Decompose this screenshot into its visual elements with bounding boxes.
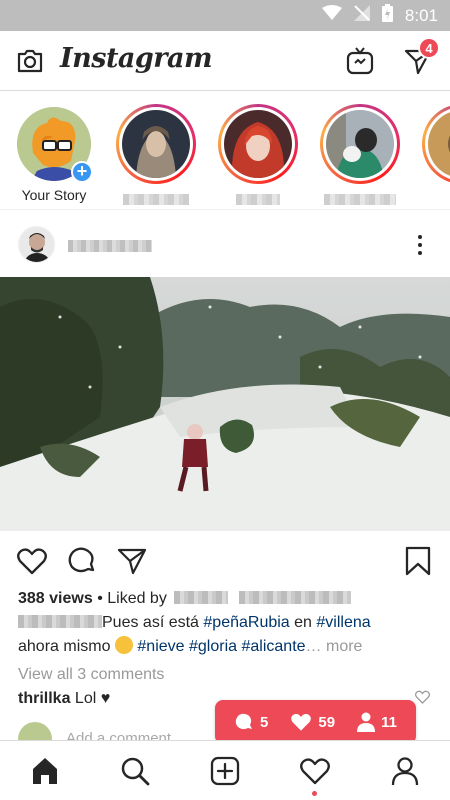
profile-icon — [391, 757, 419, 786]
hashtag-link[interactable]: #peñaRubia — [203, 614, 289, 631]
add-post-icon — [210, 756, 240, 786]
add-story-plus-icon[interactable]: + — [71, 161, 93, 183]
nav-home[interactable] — [27, 753, 63, 789]
heart-icon — [291, 713, 312, 731]
popup-follows-count: 11 — [381, 713, 397, 731]
story-username-pixelated — [236, 194, 280, 205]
post-actions — [0, 531, 450, 587]
story-own[interactable]: + Your Story — [12, 104, 96, 203]
more-options-icon[interactable] — [410, 233, 430, 257]
story-label: Your Story — [21, 187, 87, 203]
top-header: Instagram 4 — [0, 31, 450, 91]
caption-line-1: Pues así está #peñaRubia en #villena — [18, 612, 371, 634]
stories-tray: + Your Story — [0, 92, 450, 210]
snowy-landscape-image — [0, 277, 450, 531]
caption-more-link[interactable]: more — [326, 638, 362, 655]
camera-button[interactable] — [12, 43, 48, 79]
comment-row: thrillka Lol ♥ — [18, 688, 110, 710]
igtv-button[interactable] — [342, 43, 378, 79]
nav-profile[interactable] — [387, 753, 423, 789]
nav-new-post[interactable] — [207, 753, 243, 789]
popup-comments-count: 5 — [260, 713, 269, 731]
story-item[interactable] — [114, 104, 198, 205]
popup-likes: 59 — [290, 712, 335, 732]
caption-text: ahora mismo — [18, 638, 111, 655]
post-author-username-pixelated[interactable] — [68, 240, 152, 252]
comment-username[interactable]: thrillka — [18, 690, 70, 707]
search-icon — [121, 757, 150, 786]
own-avatar: + — [17, 107, 93, 183]
heart-icon — [415, 690, 430, 704]
home-icon — [33, 758, 57, 784]
liked-by-label: • Liked by — [97, 590, 167, 607]
igtv-icon — [346, 47, 374, 75]
smiling-face-emoji-icon — [114, 636, 133, 654]
save-button[interactable] — [402, 545, 434, 577]
post-header — [0, 211, 450, 277]
story-ring — [320, 104, 400, 184]
heart-icon — [17, 548, 47, 575]
bottom-navigation — [0, 740, 450, 800]
hashtag-link[interactable]: #villena — [316, 614, 370, 631]
status-bar: 8:01 — [0, 0, 450, 31]
story-item[interactable] — [318, 104, 402, 205]
popup-likes-count: 59 — [318, 713, 336, 731]
app-logo: Instagram — [60, 43, 213, 74]
story-avatar — [122, 110, 190, 178]
story-username-pixelated — [123, 194, 189, 205]
story-item[interactable] — [216, 104, 300, 205]
nav-activity[interactable] — [297, 753, 333, 789]
comment-bubble-icon — [235, 713, 253, 730]
direct-messages-button[interactable]: 4 — [400, 37, 440, 79]
activity-notification-popup[interactable]: 5 59 11 — [215, 700, 416, 752]
nav-search[interactable] — [117, 753, 153, 789]
hashtag-link[interactable]: #alicante — [241, 638, 305, 655]
comment-bubble-icon — [68, 547, 95, 573]
caption-text: en — [294, 614, 312, 631]
no-signal-icon — [353, 5, 370, 26]
post-author-avatar[interactable] — [18, 226, 55, 263]
like-button[interactable] — [16, 545, 48, 577]
popup-comments: 5 — [234, 712, 268, 732]
story-avatar — [224, 110, 292, 178]
caption-username-pixelated[interactable] — [18, 615, 102, 628]
liked-by-user-pixelated[interactable] — [174, 591, 229, 604]
story-avatar — [326, 110, 394, 178]
popup-follows: 11 — [357, 712, 397, 732]
direct-badge: 4 — [418, 37, 440, 59]
story-ring — [422, 104, 450, 184]
clock: 8:01 — [404, 5, 438, 25]
activity-indicator-dot — [312, 791, 317, 796]
comment-text: Lol ♥ — [74, 690, 111, 707]
caption-ellipsis: … — [305, 638, 322, 655]
caption-line-2: ahora mismo #nieve #gloria #alicante… mo… — [18, 636, 362, 658]
share-button[interactable] — [116, 545, 148, 577]
story-avatar — [428, 110, 450, 178]
wifi-icon — [321, 5, 342, 26]
story-ring — [218, 104, 298, 184]
story-item[interactable] — [420, 104, 450, 205]
paper-plane-icon — [117, 548, 147, 575]
story-ring — [116, 104, 196, 184]
battery-charging-icon — [381, 4, 393, 27]
post-photo[interactable] — [0, 277, 450, 531]
person-icon — [357, 712, 376, 732]
heart-icon — [300, 758, 330, 785]
view-all-comments-link[interactable]: View all 3 comments — [18, 664, 164, 686]
camera-icon — [17, 49, 43, 73]
hashtag-link[interactable]: #gloria — [189, 638, 237, 655]
views-row: 388 views • Liked by — [18, 588, 351, 610]
hashtag-link[interactable]: #nieve — [137, 638, 184, 655]
story-username-pixelated — [324, 194, 396, 205]
comment-like-button[interactable] — [415, 690, 430, 709]
caption-text: Pues así está — [102, 614, 199, 631]
views-count[interactable]: 388 views — [18, 590, 93, 607]
comment-button[interactable] — [66, 545, 98, 577]
liked-by-user-pixelated[interactable] — [238, 591, 351, 604]
bookmark-icon — [405, 546, 431, 576]
